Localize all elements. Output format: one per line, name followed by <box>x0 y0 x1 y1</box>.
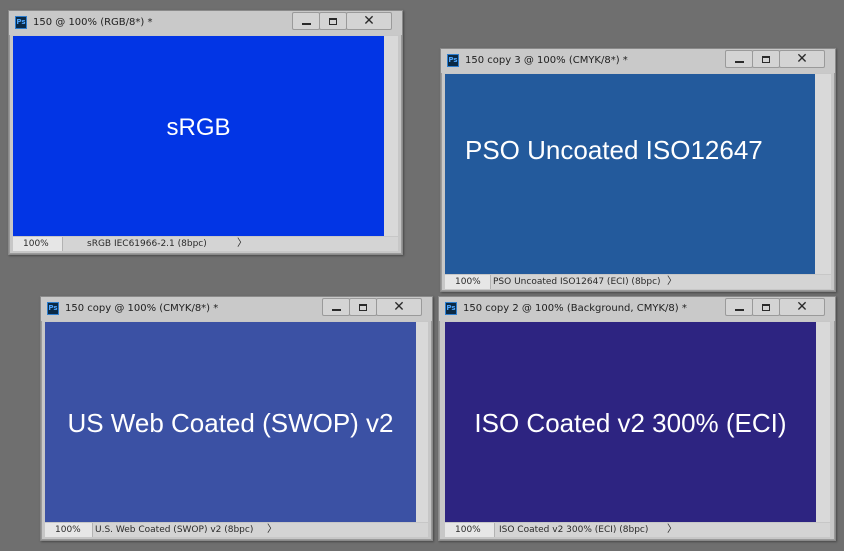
photoshop-logo-icon: Ps <box>47 302 59 315</box>
close-button[interactable]: ✕ <box>779 298 825 316</box>
zoom-level[interactable]: 100% <box>445 523 495 537</box>
document-window-swop[interactable]: Ps 150 copy @ 100% (CMYK/8*) * ✕ US Web … <box>40 296 433 541</box>
window-title: 150 @ 100% (RGB/8*) * <box>33 17 153 28</box>
workspace: { "windows": [ { "id": "srgb", "title": … <box>0 0 844 551</box>
canvas-text: ISO Coated v2 300% (ECI) <box>474 407 787 438</box>
chevron-right-icon[interactable]: 〉 <box>237 237 247 251</box>
photoshop-logo-icon: Ps <box>15 16 27 29</box>
color-profile: sRGB IEC61966-2.1 (8bpc) <box>87 239 207 249</box>
chevron-right-icon[interactable]: 〉 <box>267 523 277 537</box>
vertical-scrollbar[interactable] <box>416 322 428 522</box>
title-bar[interactable]: Ps 150 copy 2 @ 100% (Background, CMYK/8… <box>439 297 835 321</box>
window-title: 150 copy @ 100% (CMYK/8*) * <box>65 303 219 314</box>
title-bar[interactable]: Ps 150 copy 3 @ 100% (CMYK/8*) * ✕ <box>441 49 835 73</box>
zoom-level[interactable]: 100% <box>45 523 93 537</box>
document-window-pso[interactable]: Ps 150 copy 3 @ 100% (CMYK/8*) * ✕ PSO U… <box>440 48 836 292</box>
close-button[interactable]: ✕ <box>779 50 825 68</box>
vertical-scrollbar[interactable] <box>384 36 398 236</box>
status-bar: 100% sRGB IEC61966-2.1 (8bpc) 〉 <box>13 237 398 251</box>
vertical-scrollbar[interactable] <box>816 322 830 522</box>
close-button[interactable]: ✕ <box>346 12 392 30</box>
close-icon: ✕ <box>796 299 808 315</box>
zoom-level[interactable]: 100% <box>445 275 491 289</box>
maximize-icon <box>762 303 770 311</box>
window-title: 150 copy 2 @ 100% (Background, CMYK/8) * <box>463 303 687 314</box>
photoshop-logo-icon: Ps <box>445 302 457 315</box>
canvas[interactable]: US Web Coated (SWOP) v2 <box>45 322 416 522</box>
maximize-button[interactable] <box>349 298 377 316</box>
zoom-level[interactable]: 100% <box>13 237 63 251</box>
window-title: 150 copy 3 @ 100% (CMYK/8*) * <box>465 55 628 66</box>
minimize-button[interactable] <box>725 50 753 68</box>
minimize-icon <box>734 61 744 63</box>
canvas[interactable]: PSO Uncoated ISO12647 <box>445 74 815 274</box>
status-bar: 100% ISO Coated v2 300% (ECI) (8bpc) 〉 <box>445 523 830 537</box>
maximize-button[interactable] <box>319 12 347 30</box>
minimize-button[interactable] <box>322 298 350 316</box>
canvas[interactable]: ISO Coated v2 300% (ECI) <box>445 322 816 522</box>
color-profile: ISO Coated v2 300% (ECI) (8bpc) <box>499 525 649 535</box>
maximize-icon <box>359 303 367 311</box>
status-bar: 100% PSO Uncoated ISO12647 (ECI) (8bpc) … <box>445 275 831 289</box>
status-bar: 100% U.S. Web Coated (SWOP) v2 (8bpc) 〉 <box>45 523 428 537</box>
minimize-icon <box>734 309 744 311</box>
minimize-icon <box>331 309 341 311</box>
title-bar[interactable]: Ps 150 copy @ 100% (CMYK/8*) * ✕ <box>41 297 432 321</box>
canvas-text: US Web Coated (SWOP) v2 <box>67 407 394 438</box>
maximize-icon <box>329 17 337 25</box>
document-window-iso-coated[interactable]: Ps 150 copy 2 @ 100% (Background, CMYK/8… <box>438 296 836 541</box>
close-icon: ✕ <box>796 51 808 67</box>
minimize-icon <box>301 23 311 25</box>
close-icon: ✕ <box>393 299 405 315</box>
title-bar[interactable]: Ps 150 @ 100% (RGB/8*) * ✕ <box>9 11 402 35</box>
maximize-button[interactable] <box>752 50 780 68</box>
minimize-button[interactable] <box>292 12 320 30</box>
close-icon: ✕ <box>363 13 375 29</box>
canvas-text: PSO Uncoated ISO12647 <box>465 134 763 165</box>
chevron-right-icon[interactable]: 〉 <box>667 523 677 537</box>
maximize-button[interactable] <box>752 298 780 316</box>
document-window-srgb[interactable]: Ps 150 @ 100% (RGB/8*) * ✕ sRGB 100% sRG… <box>8 10 403 255</box>
color-profile: U.S. Web Coated (SWOP) v2 (8bpc) <box>95 525 254 535</box>
chevron-right-icon[interactable]: 〉 <box>667 275 677 289</box>
color-profile: PSO Uncoated ISO12647 (ECI) (8bpc) <box>493 277 661 287</box>
canvas-text: sRGB <box>166 114 231 141</box>
maximize-icon <box>762 55 770 63</box>
photoshop-logo-icon: Ps <box>447 54 459 67</box>
close-button[interactable]: ✕ <box>376 298 422 316</box>
minimize-button[interactable] <box>725 298 753 316</box>
vertical-scrollbar[interactable] <box>815 74 831 274</box>
canvas[interactable]: sRGB <box>13 36 384 236</box>
